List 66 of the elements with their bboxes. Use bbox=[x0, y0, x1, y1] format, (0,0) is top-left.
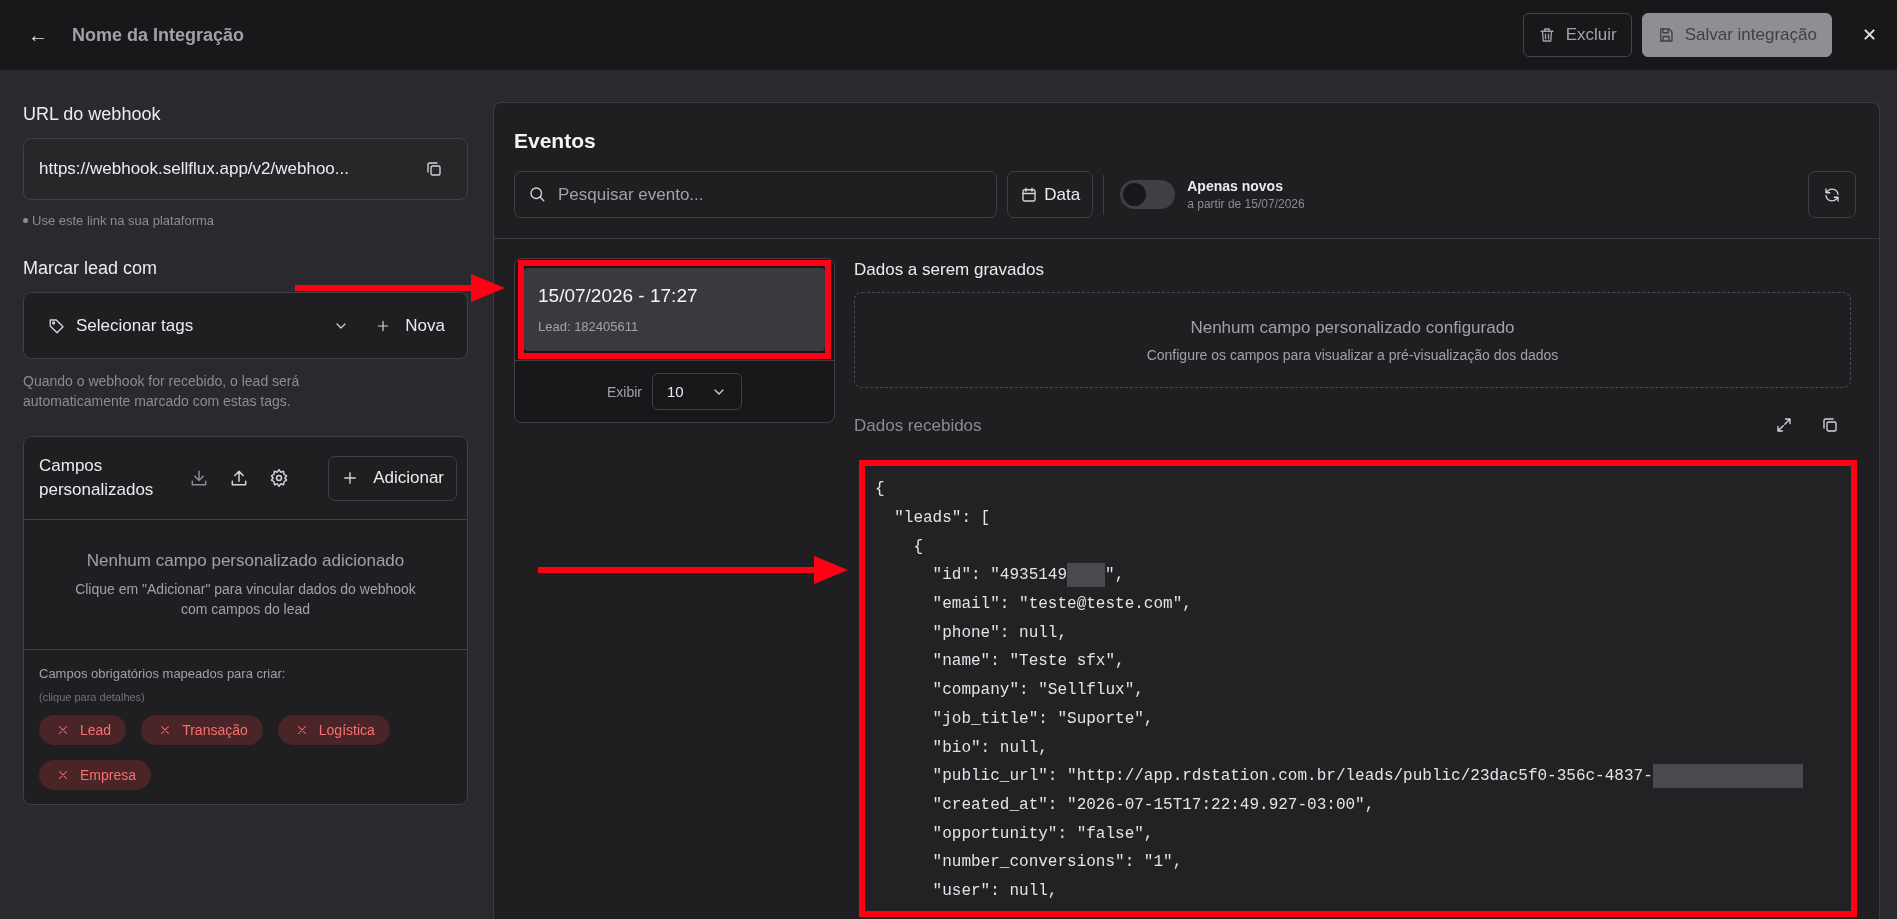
code-line: "bio": null, bbox=[931, 738, 1048, 757]
toggle-switch[interactable] bbox=[1120, 180, 1176, 209]
refresh-button[interactable] bbox=[1808, 171, 1856, 218]
code-line: "email": "teste@teste.com", bbox=[931, 595, 1192, 614]
code-line: "job_title": "Suporte", bbox=[931, 709, 1154, 728]
toggle-label: Apenas novos bbox=[1187, 178, 1284, 194]
section-label: Marcar lead com bbox=[23, 258, 159, 279]
refresh-icon bbox=[1823, 185, 1841, 204]
code-line: "opportunity": "false", bbox=[931, 824, 1154, 843]
code-line: ", bbox=[1105, 566, 1125, 585]
upload-icon[interactable] bbox=[229, 468, 249, 488]
section-label: Dados recebidos bbox=[854, 416, 983, 436]
search-field[interactable]: Pesquisar evento... bbox=[514, 171, 998, 218]
date-button[interactable]: Data bbox=[1007, 171, 1094, 218]
bullet-icon bbox=[23, 218, 28, 223]
settings-icon[interactable] bbox=[269, 468, 289, 488]
toggle-sublabel: a partir de 15/07/2026 bbox=[1187, 197, 1305, 211]
event-time: 15/07/2026 - 17:27 bbox=[538, 285, 699, 307]
code-line: "leads": [ bbox=[893, 509, 991, 528]
url-field[interactable]: https://webhook.sellflux.app/v2/webhoo... bbox=[23, 138, 468, 200]
page-title: Nome da Integração bbox=[72, 24, 245, 46]
code-line: "company": "Sellflux", bbox=[931, 681, 1144, 700]
description-text: Quando o webhook for recebido, o lead será automaticamente marcado com estas tags. bbox=[23, 372, 301, 411]
close-button[interactable]: ✕ bbox=[1856, 24, 1883, 46]
code-line: "number_conversions": "1", bbox=[931, 853, 1183, 872]
page-size-select[interactable]: 10 bbox=[652, 373, 742, 410]
expand-icon[interactable] bbox=[1775, 416, 1793, 434]
tag-icon bbox=[48, 316, 66, 335]
event-item[interactable]: 15/07/2026 - 17:27 Lead: 182405611 bbox=[524, 268, 825, 351]
x-icon bbox=[56, 768, 70, 782]
x-icon bbox=[56, 723, 70, 737]
hint-text: Use este link na sua plataforma bbox=[32, 213, 215, 228]
empty-text: Clique em "Adicionar" para vincular dados do webhook com campos do lead bbox=[74, 579, 417, 619]
event-lead: Lead: 182405611 bbox=[538, 319, 640, 334]
section-label: Dados a serem gravados bbox=[854, 260, 1045, 280]
tag-select[interactable]: Selecionar tags bbox=[48, 315, 350, 336]
code-line: { bbox=[875, 480, 885, 499]
page-size-label: Exibir bbox=[607, 383, 642, 400]
required-field-chip[interactable]: Logística bbox=[277, 715, 390, 745]
delete-button[interactable]: Excluir bbox=[1522, 13, 1632, 57]
trash-icon bbox=[1537, 26, 1556, 44]
code-line: { bbox=[912, 537, 923, 556]
empty-text: Configure os campos para visualizar a pré-visualização dos dados bbox=[1146, 346, 1559, 363]
required-hint: (clique para detalhes) bbox=[39, 691, 146, 703]
code-line: "name": "Teste sfx", bbox=[931, 652, 1125, 671]
copy-icon[interactable] bbox=[1821, 416, 1839, 434]
card-title: Campos personalizados bbox=[39, 455, 155, 501]
required-field-chip[interactable]: Transação bbox=[141, 715, 263, 745]
code-line: "user": null, bbox=[931, 881, 1058, 900]
copy-icon[interactable] bbox=[425, 160, 443, 178]
calendar-icon bbox=[1020, 185, 1039, 204]
required-field-chip[interactable]: Lead bbox=[39, 715, 127, 745]
empty-title: Nenhum campo personalizado adicionado bbox=[86, 550, 405, 571]
new-tag-button[interactable]: Nova bbox=[375, 315, 445, 336]
back-button[interactable]: ← bbox=[24, 23, 52, 47]
empty-title: Nenhum campo personalizado configurado bbox=[1190, 317, 1515, 338]
code-line: "id": "4935149 bbox=[931, 566, 1068, 585]
code-line: "created_at": "2026-07-15T17:22:49.927-03:00", bbox=[931, 795, 1375, 814]
panel-title: Eventos bbox=[514, 129, 597, 153]
add-button[interactable]: Adicionar bbox=[328, 455, 457, 501]
section-label: URL do webhook bbox=[23, 104, 162, 125]
download-icon[interactable] bbox=[189, 468, 209, 488]
required-field-chip[interactable]: Empresa bbox=[39, 760, 152, 790]
required-label: Campos obrigatórios mapeados para criar: bbox=[39, 666, 287, 681]
code-line: "phone": null, bbox=[931, 623, 1068, 642]
code-line: "public_url": "http://app.rdstation.com.br/leads/public/23dac5f0-356c-4837- bbox=[931, 767, 1653, 786]
